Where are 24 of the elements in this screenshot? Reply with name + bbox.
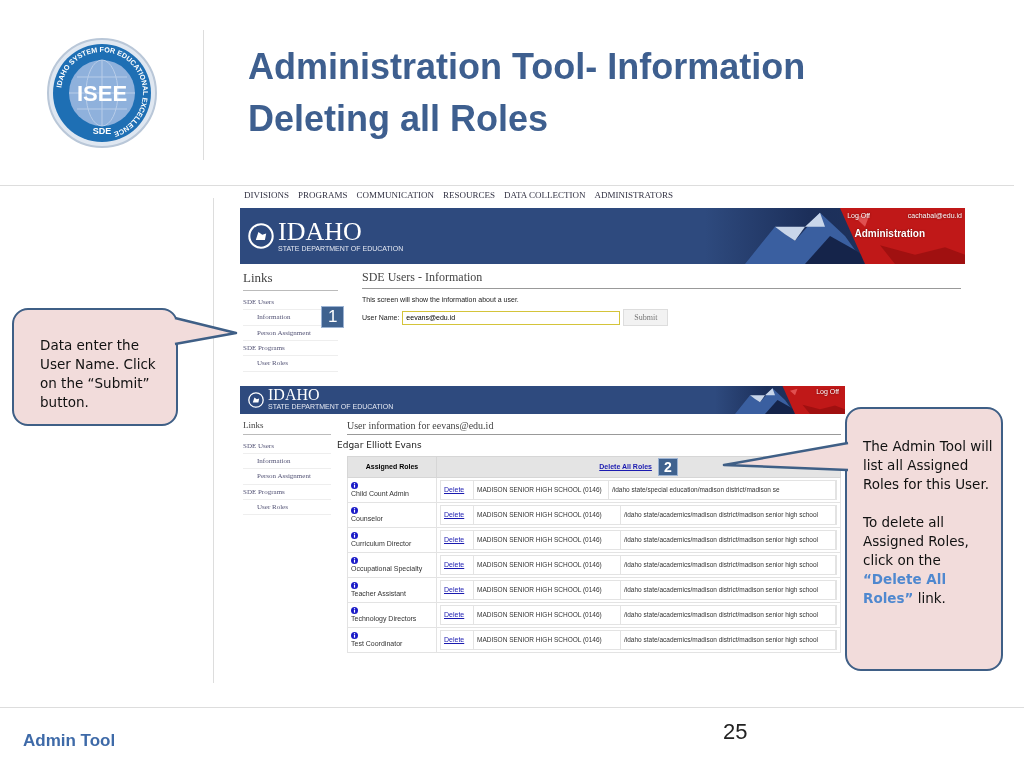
- nav-link[interactable]: DATA COLLECTION: [504, 190, 586, 200]
- nav-link[interactable]: PROGRAMS: [298, 190, 348, 200]
- slide-title: Administration Tool- Information: [248, 44, 806, 89]
- nav-link[interactable]: COMMUNICATION: [356, 190, 435, 200]
- nav-link[interactable]: ADMINISTRATORS: [594, 190, 673, 200]
- submit-button[interactable]: Submit: [623, 309, 669, 326]
- slide-title: Deleting all Roles: [248, 96, 550, 141]
- nav-link[interactable]: DIVISIONS: [244, 190, 289, 200]
- step-badge: 1: [321, 306, 345, 328]
- links-title: Links: [243, 270, 338, 291]
- page-number: 25: [723, 719, 748, 745]
- callout-text: The Admin Tool will list all Assigned Roles for this User.: [863, 437, 994, 494]
- area-title: Administration: [854, 228, 925, 239]
- footer-title: Admin Tool: [23, 731, 117, 751]
- callout-text: To delete all Assigned Roles, click on the “Delete All Roles” link.: [863, 513, 970, 608]
- brand-name: IDAHO: [278, 218, 363, 245]
- person-name: Edgar Elliott Evans: [337, 439, 423, 450]
- callout-text: Data enter the User Name. Click on the “Submit” button.: [40, 336, 157, 412]
- step-badge: 2: [657, 457, 678, 476]
- nav-link[interactable]: RESOURCES: [443, 190, 496, 200]
- links-title: Links: [243, 419, 331, 435]
- page-heading: SDE Users - Information: [362, 270, 961, 289]
- brand-name: IDAHO: [268, 387, 321, 404]
- page-heading: User information for eevans@edu.id: [347, 419, 841, 435]
